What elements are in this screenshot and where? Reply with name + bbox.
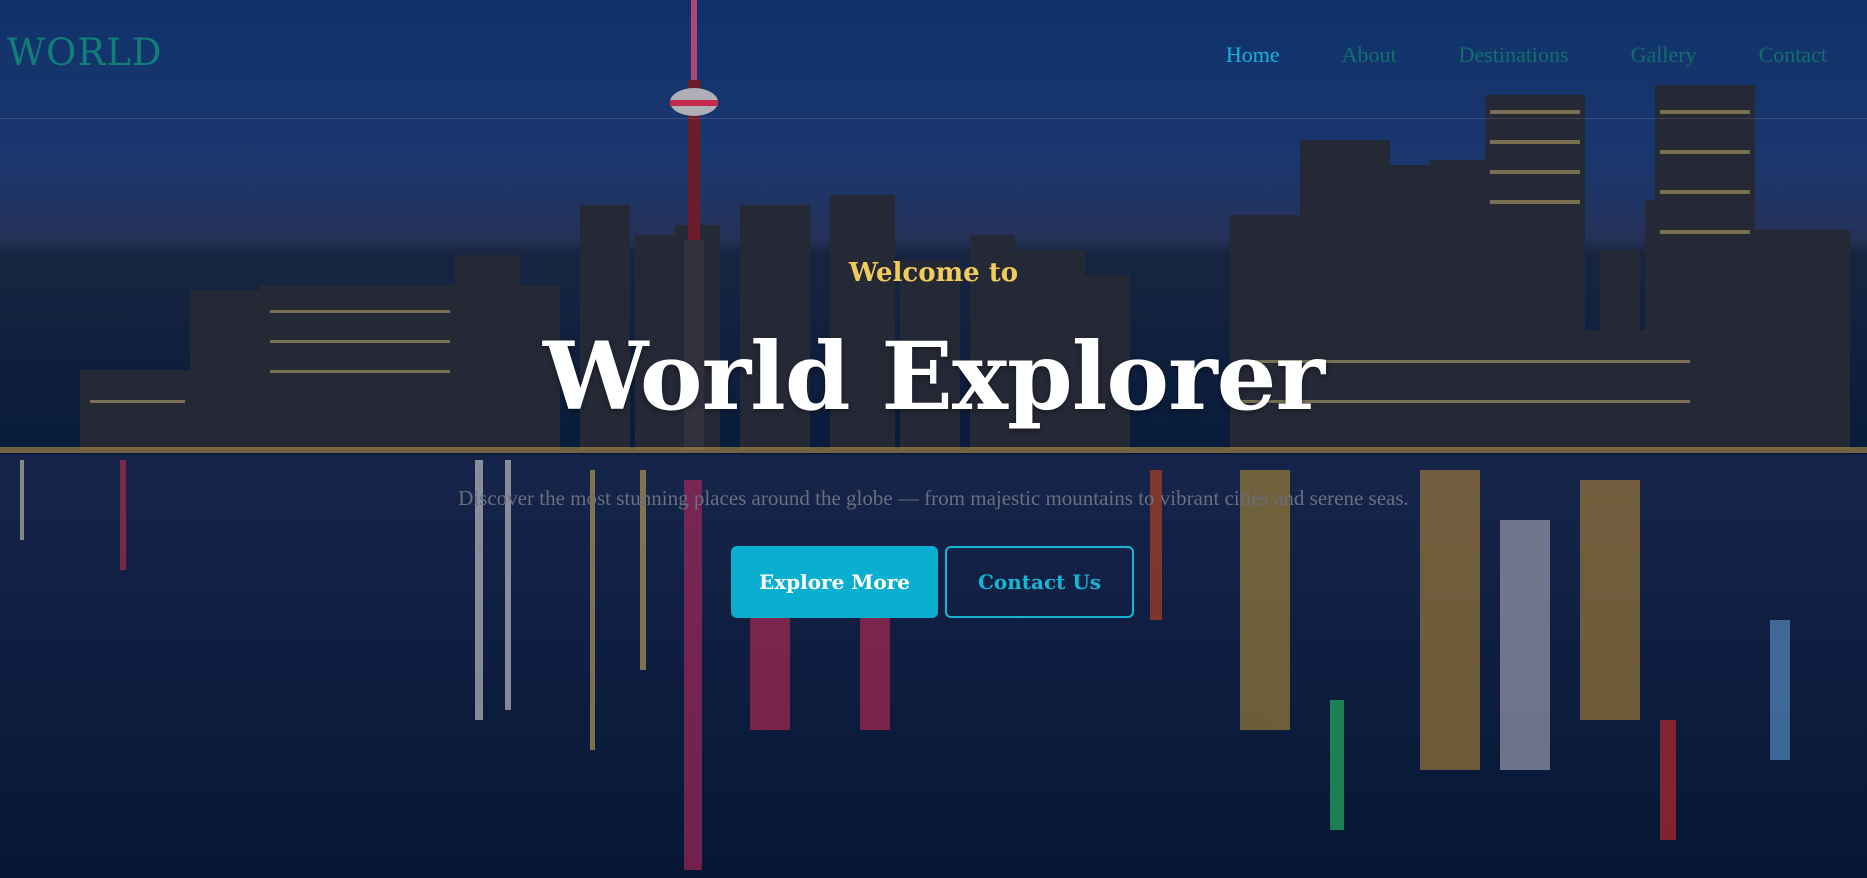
explore-more-button[interactable]: Explore More bbox=[731, 546, 938, 618]
hero-buttons: Explore More Contact Us bbox=[731, 546, 1134, 618]
hero-section: Welcome to World Explorer Discover the m… bbox=[0, 0, 1867, 878]
contact-us-button[interactable]: Contact Us bbox=[945, 546, 1134, 618]
hero-welcome: Welcome to bbox=[848, 258, 1019, 288]
hero-subtitle: Discover the most stunning places around… bbox=[458, 486, 1409, 510]
hero-title: World Explorer bbox=[543, 322, 1325, 432]
